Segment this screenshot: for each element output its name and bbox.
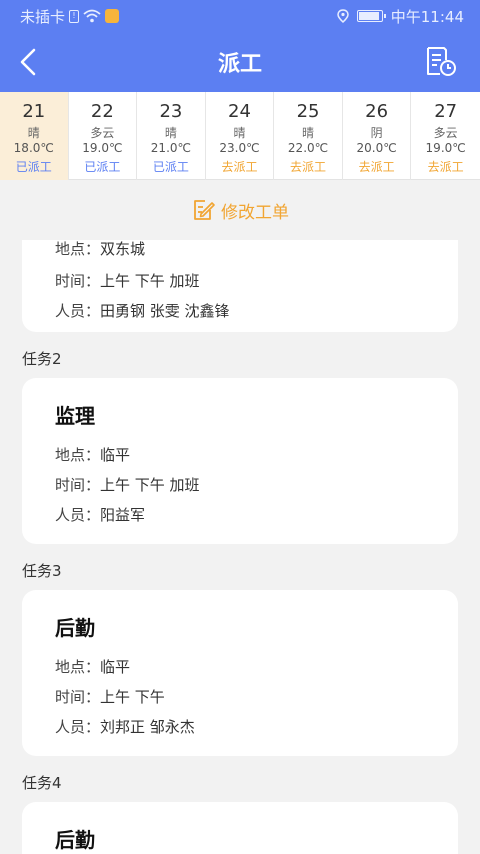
day-tab-27[interactable]: 27 多云 19.0℃ 去派工 (411, 92, 480, 180)
day-number: 27 (434, 101, 458, 122)
task-title: 后勤 (55, 828, 95, 852)
task-label: 任务3 (22, 562, 62, 580)
location-icon (337, 9, 349, 23)
day-tab-26[interactable]: 26 阴 20.0℃ 去派工 (343, 92, 412, 180)
day-number: 24 (228, 101, 251, 122)
day-weather: 晴 (233, 126, 246, 140)
day-dispatch-status: 已派工 (152, 160, 189, 174)
page-title: 派工 (217, 52, 262, 77)
task-title: 后勤 (55, 616, 95, 640)
day-temperature: 23.0℃ (219, 141, 260, 155)
status-left: 未插卡 ! (20, 6, 120, 27)
day-temperature: 21.0℃ (150, 141, 191, 155)
carrier-text: 未插卡 (20, 7, 66, 26)
day-weather: 多云 (90, 126, 115, 140)
day-tab-22[interactable]: 22 多云 19.0℃ 已派工 (69, 92, 138, 180)
day-number: 25 (296, 101, 320, 122)
task-card[interactable]: 后勤 地点：临平 时间：上午 下午 人员：刘邦正 邹永杰 (22, 590, 458, 756)
day-weather: 多云 (433, 126, 458, 140)
day-dispatch-status: 已派工 (84, 160, 121, 174)
back-arrow-icon[interactable] (14, 46, 46, 78)
task-location-row: 地点：临平 (55, 658, 131, 676)
modify-work-order-label: 修改工单 (221, 202, 289, 223)
task-title: 监理 (55, 404, 95, 428)
wifi-icon (83, 9, 101, 23)
nav-bar: 派工 (0, 32, 480, 92)
task-card: 地点：双东城 时间：上午 下午 加班 人员：田勇钢 张雯 沈鑫锋 (22, 240, 458, 332)
day-temperature: 18.0℃ (13, 141, 54, 155)
task-list[interactable]: 地点：双东城 时间：上午 下午 加班 人员：田勇钢 张雯 沈鑫锋 任务2 监理 … (0, 240, 480, 854)
day-number: 26 (365, 101, 389, 122)
task-label: 任务4 (22, 774, 62, 792)
app-notification-icon (105, 9, 120, 23)
task-people-row: 人员：田勇钢 张雯 沈鑫锋 (55, 302, 230, 320)
task-location-row: 地点：临平 (55, 446, 131, 464)
task-time-row: 时间：上午 下午 加班 (55, 272, 200, 290)
status-right: 中午11:44 (337, 6, 464, 27)
day-temperature: 19.0℃ (82, 141, 123, 155)
modify-work-order-button[interactable]: 修改工单 (0, 180, 480, 240)
day-tab-24[interactable]: 24 晴 23.0℃ 去派工 (206, 92, 275, 180)
clock-text: 中午11:44 (390, 7, 464, 26)
day-dispatch-status: 去派工 (427, 160, 464, 174)
day-tab-21[interactable]: 21 晴 18.0℃ 已派工 (0, 92, 69, 180)
day-temperature: 22.0℃ (287, 141, 329, 155)
task-label: 任务2 (22, 350, 62, 368)
day-dispatch-status: 已派工 (15, 160, 52, 174)
task-card[interactable]: 后勤 (22, 802, 458, 854)
edit-icon (194, 200, 215, 220)
day-selector: 21 晴 18.0℃ 已派工 22 多云 19.0℃ 已派工 23 晴 21.0℃ 已派工 24 晴 23.… (0, 92, 480, 180)
day-weather: 晴 (302, 126, 315, 140)
day-number: 21 (22, 101, 46, 122)
day-dispatch-status: 去派工 (358, 160, 395, 174)
task-location-row: 地点：双东城 (55, 240, 146, 258)
day-number: 23 (159, 101, 183, 122)
day-temperature: 20.0℃ (356, 141, 397, 155)
status-bar: 未插卡 ! 中午11:44 (0, 0, 480, 32)
day-weather: 晴 (164, 126, 177, 140)
day-number: 22 (90, 101, 114, 122)
day-dispatch-status: 去派工 (221, 160, 258, 174)
day-weather: 晴 (27, 126, 40, 140)
task-time-row: 时间：上午 下午 加班 (55, 476, 200, 494)
sim-card-icon: ! (69, 9, 80, 23)
day-weather: 阴 (370, 126, 383, 140)
day-dispatch-status: 去派工 (290, 160, 327, 174)
document-history-icon[interactable] (424, 46, 458, 78)
day-tab-23[interactable]: 23 晴 21.0℃ 已派工 (137, 92, 206, 180)
battery-icon (356, 10, 386, 22)
task-time-row: 时间：上午 下午 (55, 688, 165, 706)
task-card[interactable]: 监理 地点：临平 时间：上午 下午 加班 人员：阳益军 (22, 378, 458, 544)
task-people-row: 人员：刘邦正 邹永杰 (55, 718, 195, 736)
day-temperature: 19.0℃ (425, 141, 466, 155)
task-people-row: 人员：阳益军 (55, 506, 146, 524)
day-tab-25[interactable]: 25 晴 22.0℃ 去派工 (274, 92, 343, 180)
